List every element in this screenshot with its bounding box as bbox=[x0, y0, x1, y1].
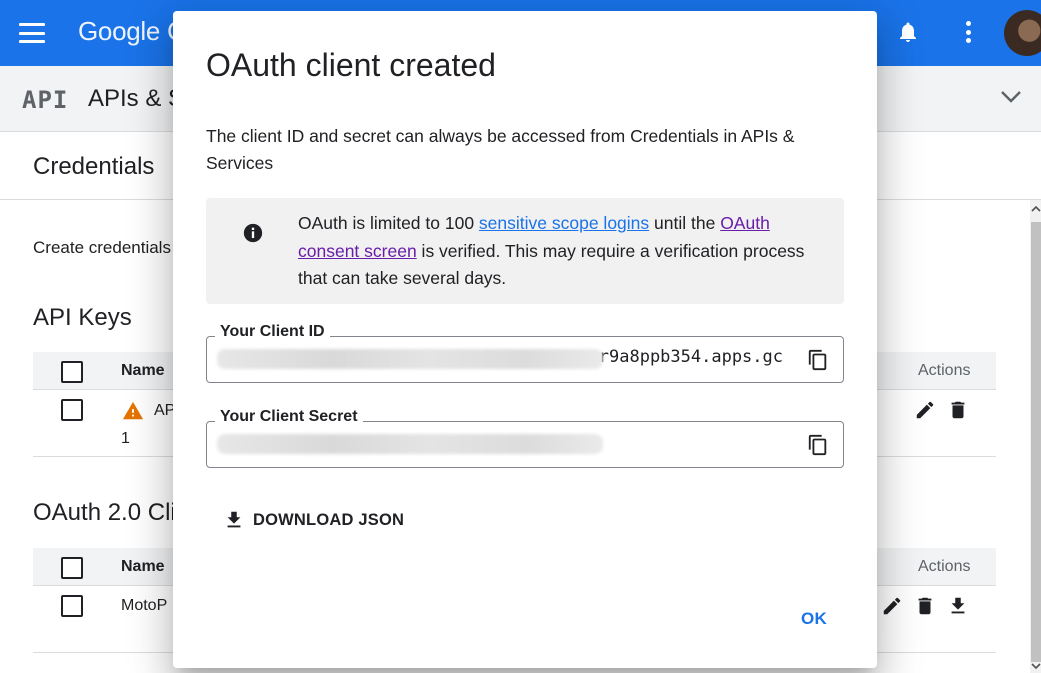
redacted-area bbox=[217, 349, 603, 369]
download-json-button[interactable]: DOWNLOAD JSON bbox=[223, 505, 404, 535]
dialog-title: OAuth client created bbox=[206, 47, 496, 83]
client-id-label: Your Client ID bbox=[215, 323, 330, 341]
ok-button[interactable]: OK bbox=[801, 609, 827, 629]
info-icon bbox=[243, 223, 263, 243]
client-id-field[interactable]: Your Client ID r9a8ppb354.apps.gc bbox=[206, 323, 844, 383]
copy-icon[interactable] bbox=[807, 434, 829, 456]
client-secret-field[interactable]: Your Client Secret bbox=[206, 408, 844, 468]
dialog-description: The client ID and secret can always be a… bbox=[206, 126, 795, 173]
info-callout: OAuth is limited to 100 sensitive scope … bbox=[206, 198, 844, 304]
info-text-part: OAuth is limited to 100 bbox=[298, 213, 479, 233]
copy-icon[interactable] bbox=[807, 349, 829, 371]
download-icon bbox=[227, 511, 241, 528]
info-text: OAuth is limited to 100 sensitive scope … bbox=[298, 210, 828, 293]
client-secret-label: Your Client Secret bbox=[215, 408, 363, 426]
redacted-area bbox=[217, 434, 603, 454]
oauth-client-created-dialog: OAuth client created The client ID and s… bbox=[173, 11, 877, 668]
info-text-part: until the bbox=[649, 213, 721, 233]
sensitive-scope-logins-link[interactable]: sensitive scope logins bbox=[479, 213, 649, 233]
download-json-label: DOWNLOAD JSON bbox=[253, 510, 405, 529]
